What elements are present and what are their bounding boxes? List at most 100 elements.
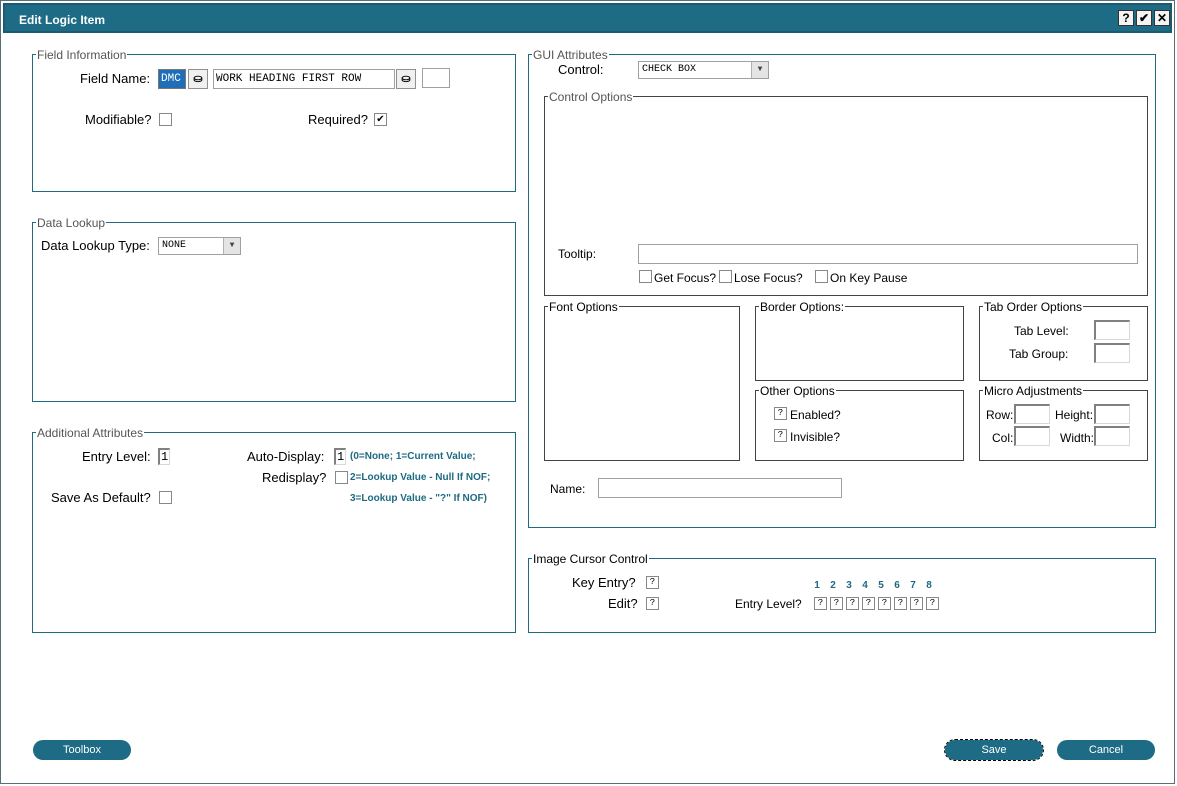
data-lookup-type-value: NONE	[162, 240, 187, 251]
level-checkbox[interactable]: ?	[862, 597, 875, 610]
key-entry-checkbox[interactable]: ?	[646, 576, 659, 589]
width-label: Width:	[1060, 431, 1095, 445]
col-input[interactable]	[1014, 426, 1050, 446]
level-checkbox[interactable]: ?	[926, 597, 939, 610]
field-prefix-input[interactable]: DMC	[158, 69, 186, 89]
other-options-label: Other Options	[759, 384, 836, 398]
invisible-checkbox[interactable]: ?	[774, 429, 787, 442]
row-label: Row:	[986, 408, 1014, 422]
toolbox-button[interactable]: Toolbox	[33, 740, 131, 760]
window-title: Edit Logic Item	[19, 13, 106, 27]
enabled-label: Enabled?	[790, 408, 841, 422]
level-checkbox[interactable]: ?	[894, 597, 907, 610]
title-bar: Edit Logic Item ? ✔ ✕	[3, 3, 1172, 33]
tooltip-label: Tooltip:	[558, 247, 597, 261]
lose-focus-checkbox[interactable]	[719, 270, 732, 283]
level-number: 1	[814, 580, 820, 591]
tab-group-input[interactable]	[1094, 343, 1130, 363]
level-checkbox[interactable]: ?	[878, 597, 891, 610]
on-key-pause-checkbox[interactable]	[815, 270, 828, 283]
enabled-checkbox[interactable]: ?	[774, 407, 787, 420]
micro-adjustments-label: Micro Adjustments	[983, 384, 1084, 398]
image-entry-level-label: Entry Level?	[735, 597, 802, 611]
redisplay-label: Redisplay?	[262, 470, 327, 485]
data-lookup-type-select[interactable]: NONE ▼	[158, 237, 241, 255]
save-button[interactable]: Save	[944, 739, 1044, 761]
field-information-label: Field Information	[36, 48, 128, 62]
tab-group-label: Tab Group:	[1009, 347, 1069, 361]
name-input[interactable]	[598, 478, 842, 498]
col-label: Col:	[992, 431, 1014, 445]
tab-order-options-label: Tab Order Options	[983, 300, 1084, 314]
invisible-label: Invisible?	[790, 430, 841, 444]
tab-level-input[interactable]	[1094, 320, 1130, 340]
binoculars-icon: ⛀	[401, 73, 411, 85]
save-as-default-label: Save As Default?	[51, 490, 151, 505]
entry-level-label: Entry Level:	[82, 449, 151, 464]
field-name-label: Field Name:	[80, 71, 151, 86]
level-checkbox[interactable]: ?	[830, 597, 843, 610]
font-options-label: Font Options	[548, 300, 619, 314]
field-extra-input[interactable]	[422, 68, 450, 88]
control-value: CHECK BOX	[642, 64, 697, 75]
lose-focus-label: Lose Focus?	[734, 271, 803, 285]
border-options-label: Border Options:	[759, 300, 846, 314]
key-entry-label: Key Entry?	[572, 575, 636, 590]
chevron-down-icon: ▼	[223, 238, 240, 254]
control-options-box	[544, 96, 1148, 296]
row-input[interactable]	[1014, 404, 1050, 424]
level-number: 2	[830, 580, 836, 591]
level-number: 3	[846, 580, 852, 591]
checkmark-icon: ✔	[376, 114, 385, 125]
control-label: Control:	[558, 62, 604, 77]
field-name-lookup-button[interactable]: ⛀	[396, 69, 416, 89]
control-select[interactable]: CHECK BOX ▼	[638, 61, 769, 79]
chevron-down-icon: ▼	[751, 62, 768, 78]
level-checkbox[interactable]: ?	[814, 597, 827, 610]
entry-level-input[interactable]: 1	[158, 448, 170, 465]
border-options-box	[755, 306, 964, 381]
tab-level-label: Tab Level:	[1014, 324, 1069, 338]
help-button[interactable]: ?	[1118, 10, 1134, 26]
data-lookup-label: Data Lookup	[36, 216, 107, 230]
level-number: 4	[862, 580, 868, 591]
name-label: Name:	[550, 482, 586, 496]
cancel-button[interactable]: Cancel	[1057, 740, 1155, 760]
level-checkbox[interactable]: ?	[846, 597, 859, 610]
save-as-default-checkbox[interactable]	[159, 491, 172, 504]
ok-button[interactable]: ✔	[1136, 10, 1152, 26]
modifiable-checkbox[interactable]	[159, 113, 172, 126]
image-cursor-control-label: Image Cursor Control	[532, 552, 649, 566]
redisplay-checkbox[interactable]	[335, 471, 348, 484]
other-options-box	[755, 390, 964, 461]
edit-checkbox[interactable]: ?	[646, 597, 659, 610]
edit-label: Edit?	[608, 596, 638, 611]
width-input[interactable]	[1094, 426, 1130, 446]
modifiable-label: Modifiable?	[85, 112, 152, 127]
auto-display-input[interactable]: 1	[334, 448, 346, 465]
tooltip-input[interactable]	[638, 244, 1138, 264]
get-focus-label: Get Focus?	[654, 271, 717, 285]
required-checkbox[interactable]: ✔	[374, 113, 387, 126]
data-lookup-type-label: Data Lookup Type:	[41, 238, 150, 253]
height-input[interactable]	[1094, 404, 1130, 424]
font-options-box	[544, 306, 740, 461]
auto-display-label: Auto-Display:	[247, 449, 325, 464]
level-number: 5	[878, 580, 884, 591]
edit-logic-item-window: Edit Logic Item ? ✔ ✕ Field Information …	[0, 0, 1175, 784]
auto-display-hint-3: 3=Lookup Value - "?" If NOF)	[350, 493, 487, 504]
required-label: Required?	[308, 112, 368, 127]
level-number: 6	[894, 580, 900, 591]
auto-display-hint-2: 2=Lookup Value - Null If NOF;	[350, 472, 491, 483]
field-lookup-button[interactable]: ⛀	[188, 69, 208, 89]
get-focus-checkbox[interactable]	[639, 270, 652, 283]
gui-attributes-label: GUI Attributes	[532, 48, 609, 62]
on-key-pause-label: On Key Pause	[830, 271, 908, 285]
level-checkbox[interactable]: ?	[910, 597, 923, 610]
height-label: Height:	[1055, 408, 1094, 422]
level-number: 8	[926, 580, 932, 591]
control-options-label: Control Options	[548, 90, 634, 104]
close-button[interactable]: ✕	[1154, 10, 1170, 26]
level-number: 7	[910, 580, 916, 591]
field-name-input[interactable]: WORK HEADING FIRST ROW	[213, 69, 395, 89]
